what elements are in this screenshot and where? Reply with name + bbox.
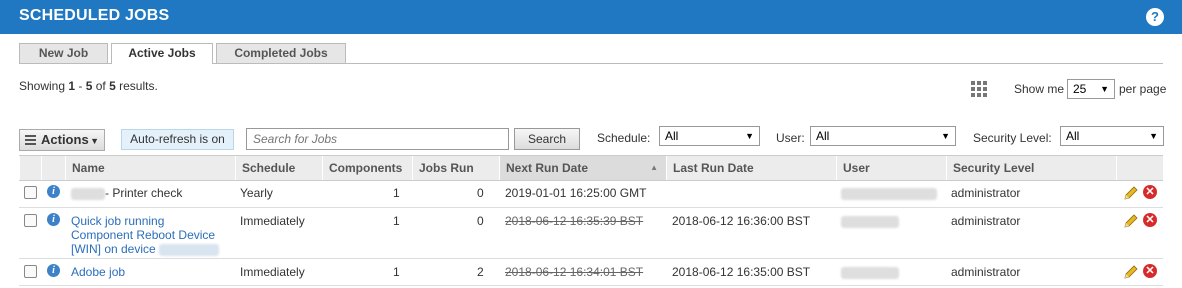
col-name[interactable]: Name	[65, 156, 235, 180]
job-components: 1	[393, 186, 400, 200]
job-components: 1	[393, 265, 400, 279]
info-icon[interactable]: i	[47, 185, 60, 198]
security-level: administrator	[951, 186, 1021, 200]
job-user	[841, 265, 899, 279]
table-row: i Quick job running Component Reboot Dev…	[19, 208, 1163, 259]
per-page-value: 25	[1073, 82, 1087, 96]
job-name-link[interactable]: Quick job running Component Reboot Devic…	[71, 214, 220, 256]
last-run-date: 2018-06-12 16:36:00 BST	[672, 214, 811, 228]
chevron-down-icon: ▼	[745, 131, 754, 141]
actions-label: Actions	[41, 132, 89, 147]
delete-icon[interactable]: ✕	[1143, 185, 1157, 199]
job-name-link[interactable]: Adobe job	[71, 265, 125, 279]
job-runs: 2	[477, 265, 484, 279]
redacted-text	[841, 187, 937, 200]
next-run-date: 2018-06-12 16:34:01 BST	[505, 265, 644, 279]
table-row: i - Printer check Yearly 1 0 2019-01-01 …	[19, 180, 1163, 208]
security-level: administrator	[951, 214, 1021, 228]
job-user	[841, 214, 899, 228]
col-next-run-date[interactable]: Next Run Date ▲	[499, 156, 666, 180]
actions-button[interactable]: Actions ▼	[19, 129, 105, 151]
search-button[interactable]: Search	[514, 128, 580, 150]
chevron-down-icon: ▼	[90, 136, 99, 146]
tab-new-job[interactable]: New Job	[19, 43, 108, 63]
edit-pencil-icon[interactable]	[1123, 213, 1139, 229]
security-level: administrator	[951, 265, 1021, 279]
security-filter-select[interactable]: All ▼	[1060, 126, 1164, 146]
search-input[interactable]	[246, 128, 509, 150]
page-header: SCHEDULED JOBS ?	[0, 0, 1182, 34]
row-checkbox[interactable]	[24, 186, 37, 199]
col-schedule[interactable]: Schedule	[235, 156, 322, 180]
table-header: Name Schedule Components Jobs Run Next R…	[19, 155, 1163, 181]
info-icon[interactable]: i	[47, 213, 60, 226]
help-icon[interactable]: ?	[1146, 8, 1164, 26]
next-run-date: 2018-06-12 16:35:39 BST	[505, 214, 644, 228]
col-user[interactable]: User	[836, 156, 946, 180]
redacted-text	[841, 266, 899, 279]
delete-icon[interactable]: ✕	[1143, 213, 1157, 227]
job-name[interactable]: - Printer check	[71, 186, 182, 200]
user-filter-select[interactable]: All ▼	[810, 126, 956, 146]
chevron-down-icon: ▼	[1100, 84, 1109, 94]
menu-icon	[25, 135, 36, 147]
redacted-text	[841, 215, 899, 228]
job-tabs: New Job Active Jobs Completed Jobs	[19, 43, 1163, 64]
delete-icon[interactable]: ✕	[1143, 264, 1157, 278]
tab-completed-jobs[interactable]: Completed Jobs	[216, 43, 346, 63]
redacted-text	[159, 243, 220, 256]
grid-view-icon[interactable]	[971, 81, 987, 97]
tab-active-jobs[interactable]: Active Jobs	[111, 43, 213, 64]
row-checkbox[interactable]	[24, 265, 37, 278]
user-filter-label: User:	[776, 131, 805, 145]
edit-pencil-icon[interactable]	[1123, 264, 1139, 280]
col-components[interactable]: Components	[322, 156, 412, 180]
info-header	[41, 156, 65, 180]
show-me-label: Show me	[1014, 82, 1065, 96]
actions-header	[1116, 156, 1163, 180]
info-icon[interactable]: i	[47, 264, 60, 277]
results-summary: Showing 1 - 5 of 5 results.	[19, 79, 158, 93]
select-all-header	[19, 156, 41, 180]
per-page-select[interactable]: 25 ▼	[1067, 79, 1115, 99]
row-checkbox[interactable]	[24, 214, 37, 227]
table-row: i Adobe job Immediately 1 2 2018-06-12 1…	[19, 259, 1163, 286]
col-security-level[interactable]: Security Level	[946, 156, 1116, 180]
chevron-down-icon: ▼	[1149, 131, 1158, 141]
job-schedule: Immediately	[240, 214, 305, 228]
security-filter-label: Security Level:	[973, 131, 1052, 145]
chevron-down-icon: ▼	[941, 131, 950, 141]
job-runs: 0	[477, 186, 484, 200]
job-user	[841, 186, 937, 200]
page-title: SCHEDULED JOBS	[19, 7, 170, 24]
job-runs: 0	[477, 214, 484, 228]
per-page-label: per page	[1119, 82, 1167, 96]
job-schedule: Immediately	[240, 265, 305, 279]
sort-asc-icon: ▲	[650, 163, 658, 172]
edit-pencil-icon[interactable]	[1123, 185, 1139, 201]
next-run-date: 2019-01-01 16:25:00 GMT	[505, 186, 647, 200]
redacted-text	[71, 187, 105, 200]
last-run-date: 2018-06-12 16:35:00 BST	[672, 265, 811, 279]
col-jobs-run[interactable]: Jobs Run	[412, 156, 499, 180]
job-components: 1	[393, 214, 400, 228]
schedule-filter-label: Schedule:	[597, 131, 651, 145]
col-last-run-date[interactable]: Last Run Date	[666, 156, 836, 180]
job-schedule: Yearly	[240, 186, 273, 200]
results-total: 5	[109, 79, 116, 93]
schedule-filter-select[interactable]: All ▼	[659, 126, 760, 146]
auto-refresh-badge[interactable]: Auto-refresh is on	[121, 129, 234, 150]
